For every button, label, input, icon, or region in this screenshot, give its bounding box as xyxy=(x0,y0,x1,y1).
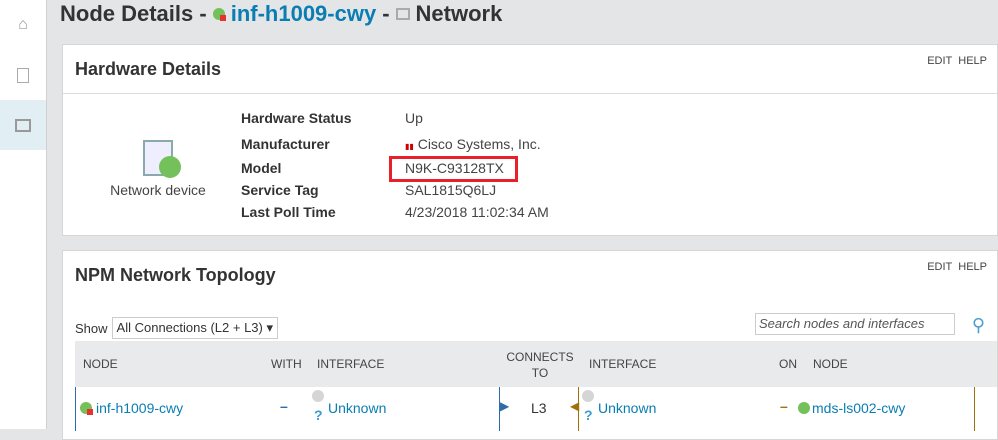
report-icon xyxy=(17,67,29,83)
cisco-logo-icon: ▮▮ xyxy=(405,142,414,151)
card-title: NPM Network Topology xyxy=(75,265,276,285)
col-connects-to: CONNECTS TO xyxy=(506,350,574,380)
connections-select[interactable]: All Connections (L2 + L3) ▾ xyxy=(111,317,279,339)
node-link[interactable]: inf-h1009-cwy xyxy=(231,1,377,27)
question-icon: ? xyxy=(584,407,593,423)
field-value: 4/23/2018 11:02:34 AM xyxy=(405,204,549,220)
search-input[interactable]: Search nodes and interfaces xyxy=(755,313,955,335)
help-link[interactable]: HELP xyxy=(958,261,987,273)
field-label: Last Poll Time xyxy=(241,204,336,220)
network-icon xyxy=(395,8,410,20)
view-name: Network xyxy=(415,1,503,26)
device-label: Network device xyxy=(110,182,206,198)
sidebar-item-reports[interactable] xyxy=(0,50,46,100)
interface-link[interactable]: Unknown xyxy=(598,400,656,416)
node-link[interactable]: mds-ls002-cwy xyxy=(812,400,905,416)
title-sep: - xyxy=(382,1,390,26)
search-icon[interactable]: ⚲ xyxy=(972,315,985,336)
sidebar-item-network[interactable] xyxy=(0,100,46,150)
col-node: NODE xyxy=(83,357,118,371)
help-link[interactable]: HELP xyxy=(958,55,987,67)
node-link[interactable]: inf-h1009-cwy xyxy=(96,400,183,416)
edit-link[interactable]: EDIT xyxy=(927,55,952,67)
page-title: Node Details - inf-h1009-cwy - Network xyxy=(60,0,502,28)
table-header: NODE WITH INTERFACE CONNECTS TO INTERFAC… xyxy=(75,341,997,387)
arrow-right-icon: ▶ xyxy=(500,399,510,413)
home-icon: ⌂ xyxy=(18,16,28,33)
unknown-status-icon xyxy=(582,390,594,402)
field-value: SAL1815Q6LJ xyxy=(405,182,497,198)
sidebar-item-home[interactable]: ⌂ xyxy=(0,0,46,50)
title-prefix: Node Details - xyxy=(60,1,207,26)
node-status-icon xyxy=(80,402,93,415)
field-label: Service Tag xyxy=(241,182,319,198)
network-icon xyxy=(15,118,31,132)
field-value: ▮▮ Cisco Systems, Inc. xyxy=(405,136,541,152)
col-on: ON xyxy=(779,357,797,371)
sidebar: ⌂ xyxy=(0,0,47,429)
topology-card: NPM Network Topology EDIT HELP Show All C… xyxy=(62,250,998,440)
col-interface-2: INTERFACE xyxy=(589,357,657,371)
unknown-status-icon xyxy=(312,390,324,402)
divider xyxy=(974,387,975,431)
select-value: All Connections (L2 + L3) xyxy=(116,320,263,335)
connection-type: L3 xyxy=(531,400,547,416)
card-title: Hardware Details xyxy=(75,58,222,79)
col-node-2: NODE xyxy=(813,357,848,371)
interface-link[interactable]: Unknown xyxy=(328,400,386,416)
question-icon: ? xyxy=(314,407,323,423)
field-label: Manufacturer xyxy=(241,136,330,152)
col-interface: INTERFACE xyxy=(317,357,385,371)
field-label: Model xyxy=(241,160,282,176)
search-placeholder: Search nodes and interfaces xyxy=(759,316,925,331)
node-status-icon xyxy=(212,8,226,21)
field-value: Up xyxy=(405,110,423,126)
edit-link[interactable]: EDIT xyxy=(927,261,952,273)
divider xyxy=(578,387,579,431)
table-row: inf-h1009-cwy – ? Unknown ▶ L3 ◀ ? Unkno… xyxy=(75,387,997,431)
col-with: WITH xyxy=(271,357,302,371)
manufacturer-value: Cisco Systems, Inc. xyxy=(417,136,541,152)
hardware-details-card: Hardware Details EDIT HELP Network device… xyxy=(62,44,998,236)
field-label: Hardware Status xyxy=(241,110,352,126)
on-indicator: – xyxy=(780,398,788,414)
with-indicator: – xyxy=(280,398,288,414)
show-label: Show xyxy=(75,320,108,336)
model-highlight-box xyxy=(389,156,518,182)
node-status-icon xyxy=(798,402,810,414)
network-device-icon xyxy=(143,140,181,178)
